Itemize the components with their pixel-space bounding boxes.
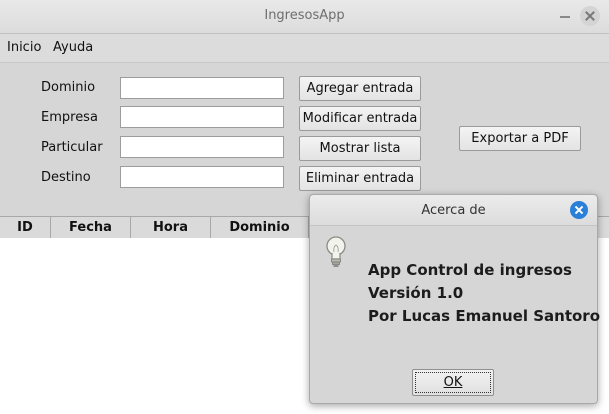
column-header-hora[interactable]: Hora [131,217,211,238]
empresa-input[interactable] [120,106,284,128]
column-header-fecha[interactable]: Fecha [51,217,131,238]
agregar-entrada-button[interactable]: Agregar entrada [299,76,421,101]
dominio-input[interactable] [120,77,284,99]
lightbulb-icon [326,236,346,267]
menu-bar: Inicio Ayuda [0,34,609,63]
window-titlebar[interactable]: IngresosApp [0,0,609,34]
dominio-label: Dominio [41,80,96,95]
column-header-id[interactable]: ID [0,217,51,238]
destino-input[interactable] [120,166,284,188]
exportar-pdf-button[interactable]: Exportar a PDF [459,126,581,151]
window-title: IngresosApp [264,8,345,23]
menu-inicio[interactable]: Inicio [7,40,41,55]
dialog-titlebar[interactable]: Acerca de [310,195,597,226]
about-dialog: Acerca de App Control de ingresos Versió… [309,194,600,404]
dialog-message-version: Versión 1.0 [368,284,464,302]
mostrar-lista-button[interactable]: Mostrar lista [299,136,421,161]
dialog-close-icon[interactable] [570,201,588,219]
menu-ayuda[interactable]: Ayuda [53,40,93,55]
column-header-dominio[interactable]: Dominio [211,217,309,238]
window-close-icon[interactable] [580,6,600,26]
ok-button[interactable]: OK [412,369,494,396]
eliminar-entrada-button[interactable]: Eliminar entrada [299,166,421,191]
particular-label: Particular [41,140,103,155]
dialog-title: Acerca de [421,203,486,218]
modificar-entrada-button[interactable]: Modificar entrada [299,106,421,131]
destino-label: Destino [41,170,91,185]
minimize-icon[interactable] [555,6,575,26]
dialog-message-author: Por Lucas Emanuel Santoro [368,307,600,325]
particular-input[interactable] [120,136,284,158]
dialog-message-title: App Control de ingresos [368,261,572,279]
empresa-label: Empresa [41,110,98,125]
